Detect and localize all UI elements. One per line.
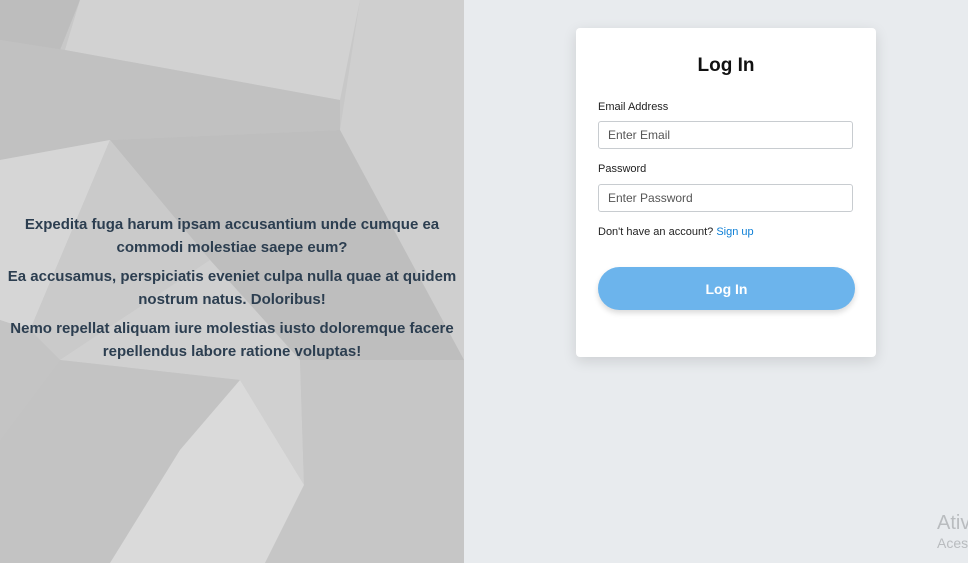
email-label: Email Address [598,101,669,113]
activation-watermark: Ativ Aces [937,512,968,552]
no-account-text: Don't have an account? [598,226,714,238]
login-button[interactable]: Log In [598,267,855,310]
hero-panel: Expedita fuga harum ipsam accusantium un… [0,0,464,563]
signup-link[interactable]: Sign up [716,226,753,238]
watermark-line-2: Aces [937,535,968,551]
password-label: Password [598,163,647,175]
hero-paragraph-3: Nemo repellat aliquam iure molestias ius… [10,320,454,360]
signup-prompt: Don't have an account? Sign up [598,226,754,238]
hero-paragraph-1: Expedita fuga harum ipsam accusantium un… [24,216,440,256]
page-title: Log In [697,55,755,76]
email-field[interactable] [598,121,853,149]
hero-paragraph-2: Ea accusamus, perspiciatis eveniet culpa… [7,268,457,308]
watermark-line-1: Ativ [937,512,968,534]
password-field[interactable] [598,184,853,212]
login-card: Log In Email Address Password Don't have… [576,28,876,357]
hero-text-block: Expedita fuga harum ipsam accusantium un… [0,213,464,369]
